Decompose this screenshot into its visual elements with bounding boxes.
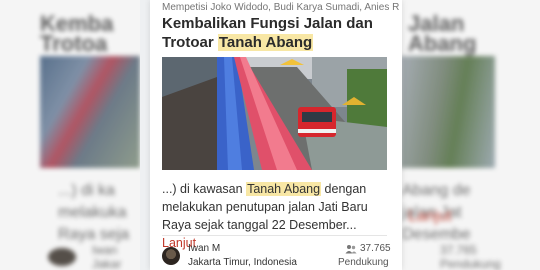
petition-description: ...) di kawasan Tanah Abang dengan melak… — [162, 180, 394, 252]
desc-highlight: Tanah Abang — [246, 182, 322, 196]
card-divider — [162, 235, 387, 236]
supporters-icon — [345, 245, 357, 254]
bg-left-author: Iwan Jakar — [92, 243, 122, 270]
background-right-panel: Jalan Abang Abang de jalan Jat Desembe L… — [400, 0, 540, 270]
bg-left-avatar — [48, 248, 76, 266]
petition-targets: Mempetisi Joko Widodo, Budi Karya Sumadi… — [162, 2, 400, 13]
supporters-label: Pendukung — [338, 257, 389, 268]
bg-right-photo — [400, 56, 495, 168]
petition-title[interactable]: Kembalikan Fungsi Jalan dan Trotoar Tana… — [162, 14, 398, 52]
author-avatar[interactable] — [162, 247, 180, 265]
petition-card[interactable]: Mempetisi Joko Widodo, Budi Karya Sumadi… — [150, 0, 402, 270]
bg-right-count: 37.765 Pendukung — [440, 243, 501, 270]
street-photo-illustration — [162, 57, 387, 170]
supporters-count: 37.765 — [360, 243, 391, 254]
petition-photo[interactable] — [162, 57, 387, 170]
bg-left-desc: ...) di ka melakuka Raya seja — [58, 182, 130, 243]
bg-left-title: Kemba Trotoa — [40, 11, 114, 56]
author-name[interactable]: Iwan M — [188, 243, 220, 254]
bg-right-more: Lanjut — [408, 208, 452, 225]
petition-title-highlight: Tanah Abang — [217, 34, 314, 51]
author-location: Jakarta Timur, Indonesia — [188, 257, 297, 268]
bg-left-photo — [40, 56, 140, 168]
desc-text-1: ...) di kawasan — [162, 182, 247, 196]
background-left-panel: Kemba Trotoa ...) di ka melakuka Raya se… — [0, 0, 140, 270]
bg-right-title: Jalan Abang — [408, 11, 477, 56]
